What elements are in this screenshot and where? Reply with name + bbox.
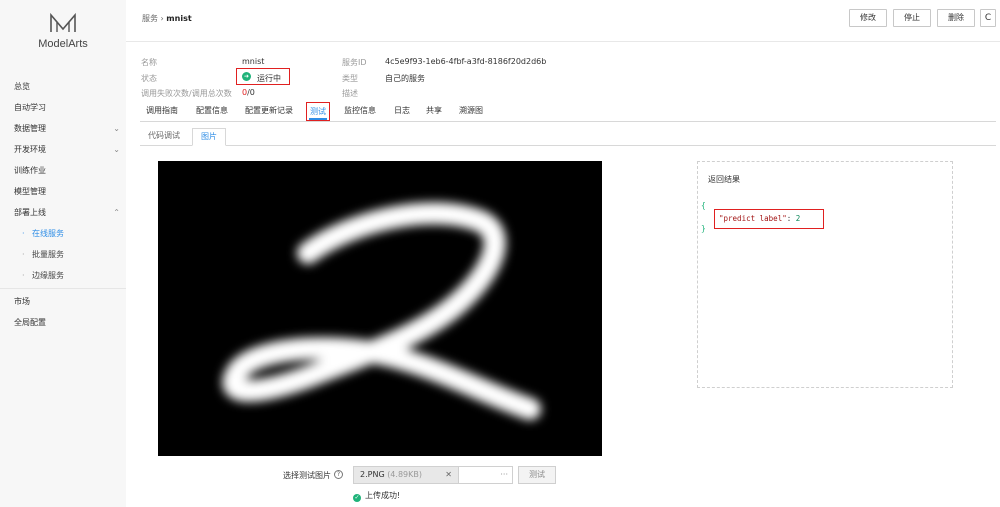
breadcrumb-separator: › bbox=[160, 14, 164, 23]
tab-trace-graph[interactable]: 溯源图 bbox=[459, 102, 483, 121]
file-name-field[interactable]: 2.PNG (4.89KB) ✕ bbox=[353, 466, 459, 484]
bullet-icon: · bbox=[22, 229, 25, 238]
name-label: 名称 bbox=[141, 58, 157, 67]
prediction-highlight: "predict label": 2 bbox=[714, 209, 824, 229]
test-image bbox=[158, 161, 602, 456]
nav-market[interactable]: 市场 bbox=[0, 291, 126, 312]
stop-button[interactable]: 停止 bbox=[893, 9, 931, 27]
result-title: 返回结果 bbox=[708, 175, 740, 184]
json-key: "predict label" bbox=[719, 214, 787, 223]
upload-status: ✓ 上传成功! bbox=[353, 490, 400, 502]
nav-label: 开发环境 bbox=[14, 145, 46, 154]
test-subtabs: 代码调试 图片 bbox=[140, 128, 996, 146]
name-value: mnist bbox=[242, 57, 265, 66]
fail-count-label: 调用失败次数/调用总次数 bbox=[141, 89, 232, 98]
nav-global-config[interactable]: 全局配置 bbox=[0, 312, 126, 333]
result-panel: 返回结果 { "predict label": 2 } bbox=[697, 161, 953, 388]
type-label: 类型 bbox=[342, 74, 358, 83]
sidebar: ModelArts 总览 自动学习 数据管理 ⌄ 开发环境 ⌄ 训练作业 模型管理 … bbox=[0, 0, 126, 507]
nav-sub-batch-services[interactable]: · 批量服务 bbox=[0, 244, 126, 265]
nav-sub-label: 边缘服务 bbox=[32, 271, 64, 280]
nav-data-management[interactable]: 数据管理 ⌄ bbox=[0, 118, 126, 139]
status-label: 状态 bbox=[141, 74, 157, 83]
service-id-label: 服务ID bbox=[342, 58, 367, 67]
json-close-brace: } bbox=[701, 224, 706, 233]
page-header: 服务 › mnist 修改 停止 删除 C bbox=[126, 0, 1000, 42]
nav-sub-label: 批量服务 bbox=[32, 250, 64, 259]
chevron-down-icon: ⌄ bbox=[113, 145, 120, 154]
logo: ModelArts bbox=[0, 12, 126, 50]
tab-share[interactable]: 共享 bbox=[426, 102, 442, 121]
select-test-image-label: 选择测试图片 bbox=[283, 471, 331, 480]
file-size: (4.89KB) bbox=[387, 470, 422, 479]
json-colon: : bbox=[786, 214, 796, 223]
upload-success-text: 上传成功! bbox=[365, 491, 401, 500]
service-id-value: 4c5e9f93-1eb6-4fbf-a3fd-8186f20d2d6b bbox=[385, 57, 547, 66]
tab-config-history[interactable]: 配置更新记录 bbox=[245, 102, 293, 121]
delete-button[interactable]: 删除 bbox=[937, 9, 975, 27]
help-icon[interactable]: ? bbox=[334, 470, 343, 479]
nav-sub-online-services[interactable]: · 在线服务 bbox=[0, 223, 126, 244]
tab-monitoring[interactable]: 监控信息 bbox=[344, 102, 376, 121]
tab-logs[interactable]: 日志 bbox=[394, 102, 410, 121]
predicted-label-value: 2 bbox=[795, 214, 801, 223]
tab-test[interactable]: 测试 bbox=[306, 102, 330, 121]
bullet-icon: · bbox=[22, 250, 25, 259]
handwritten-digit-image bbox=[222, 202, 541, 420]
nav-model-management[interactable]: 模型管理 bbox=[0, 181, 126, 202]
sidebar-nav: 总览 自动学习 数据管理 ⌄ 开发环境 ⌄ 训练作业 模型管理 部署上线 ⌃ · 在线服… bbox=[0, 76, 126, 333]
nav-auto-learning[interactable]: 自动学习 bbox=[0, 97, 126, 118]
nav-label: 数据管理 bbox=[14, 124, 46, 133]
nav-deployment[interactable]: 部署上线 ⌃ bbox=[0, 202, 126, 223]
json-open-brace: { bbox=[701, 201, 706, 210]
modelarts-logo-icon bbox=[50, 12, 76, 32]
check-circle-icon: ✓ bbox=[353, 494, 361, 502]
tab-usage-guide[interactable]: 调用指南 bbox=[146, 102, 178, 121]
browse-file-button[interactable]: ··· bbox=[459, 466, 513, 484]
nav-overview[interactable]: 总览 bbox=[0, 76, 126, 97]
subtab-image[interactable]: 图片 bbox=[192, 128, 226, 146]
nav-dev-env[interactable]: 开发环境 ⌄ bbox=[0, 139, 126, 160]
status-value: 运行中 bbox=[257, 74, 281, 83]
chevron-up-icon: ⌃ bbox=[113, 208, 120, 217]
subtab-code-debug[interactable]: 代码调试 bbox=[140, 128, 188, 146]
nav-sub-edge-services[interactable]: · 边缘服务 bbox=[0, 265, 126, 286]
bullet-icon: · bbox=[22, 271, 25, 280]
file-name: 2.PNG bbox=[360, 470, 385, 479]
total-count: /0 bbox=[247, 88, 255, 97]
app-name: ModelArts bbox=[38, 38, 88, 50]
tab-config-info[interactable]: 配置信息 bbox=[196, 102, 228, 121]
type-value: 自己的服务 bbox=[385, 74, 425, 83]
refresh-icon[interactable]: C bbox=[980, 9, 996, 27]
call-counts: 0/0 bbox=[242, 88, 255, 97]
description-label: 描述 bbox=[342, 89, 358, 98]
breadcrumb-current: mnist bbox=[166, 14, 192, 23]
breadcrumb-parent[interactable]: 服务 bbox=[142, 14, 158, 23]
modify-button[interactable]: 修改 bbox=[849, 9, 887, 27]
chevron-down-icon: ⌄ bbox=[113, 124, 120, 133]
detail-tabs: 调用指南 配置信息 配置更新记录 测试 监控信息 日志 共享 溯源图 bbox=[140, 102, 996, 122]
nav-divider bbox=[0, 288, 126, 289]
running-status-icon: ➜ bbox=[242, 72, 251, 81]
breadcrumb: 服务 › mnist bbox=[142, 13, 192, 24]
nav-label: 部署上线 bbox=[14, 208, 46, 217]
clear-file-icon[interactable]: ✕ bbox=[445, 467, 452, 483]
nav-training-jobs[interactable]: 训练作业 bbox=[0, 160, 126, 181]
nav-sub-label: 在线服务 bbox=[32, 229, 64, 238]
test-button[interactable]: 测试 bbox=[518, 466, 556, 484]
